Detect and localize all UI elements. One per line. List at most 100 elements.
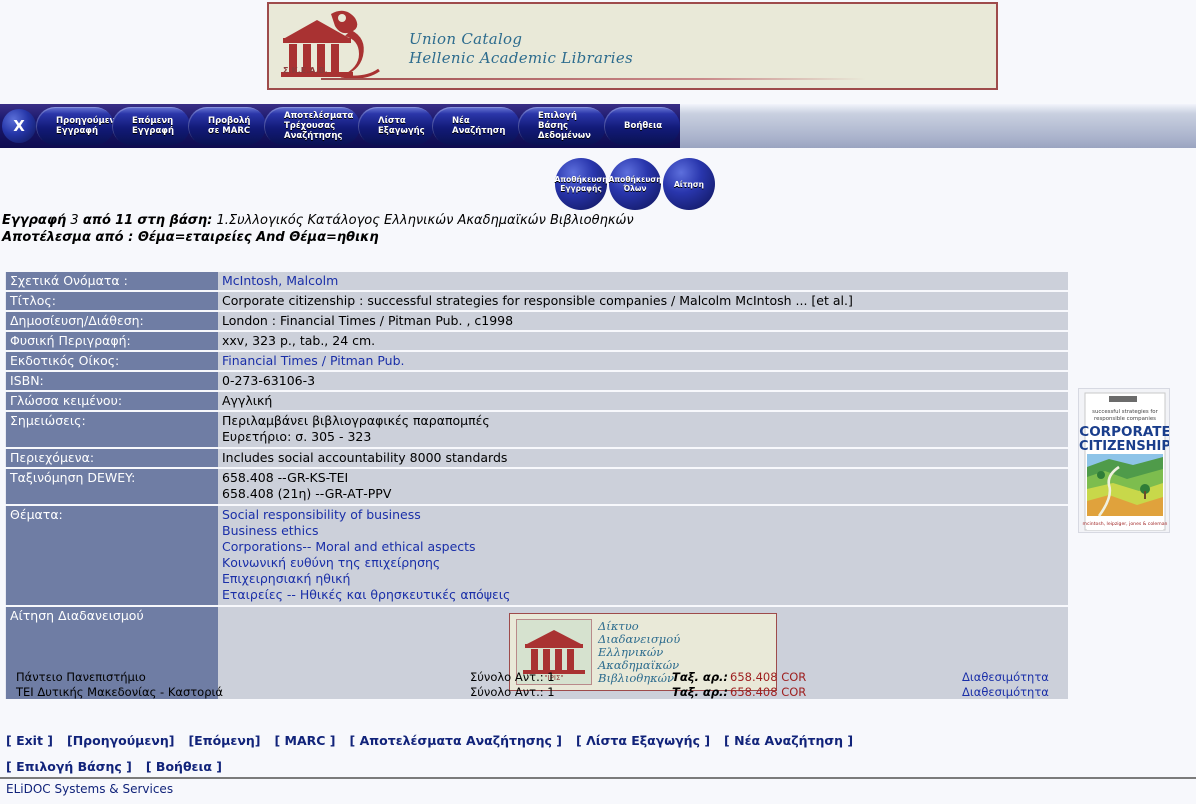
banner-title: Union Catalog Hellenic Academic Librarie… bbox=[409, 30, 633, 68]
record-value: 0-273-63106-3 bbox=[215, 372, 1068, 390]
navbar-button-7[interactable]: Βοήθεια bbox=[604, 107, 680, 145]
record-value[interactable]: Financial Times / Pitman Pub. bbox=[215, 352, 1068, 370]
logo-caption: Σ.Κ.Ε.Α.Β. bbox=[283, 66, 328, 75]
record-label: Εκδοτικός Οίκος: bbox=[5, 352, 215, 370]
holding-row: Πάντειο Πανεπιστήμιο Σύνολο Αντ.: 1 Ταξ. α… bbox=[0, 670, 1196, 685]
round-button-0[interactable]: Αποθήκευση Εγγραφής bbox=[554, 158, 608, 210]
record-label: Σημειώσεις: bbox=[5, 412, 215, 447]
record-label: ISBN: bbox=[5, 372, 215, 390]
record-detail-table: Σχετικά Ονόματα : McIntosh, Malcolm Τίτλος… bbox=[5, 270, 1068, 701]
holding-call-number: 658.408 COR bbox=[730, 670, 807, 684]
svg-text:CORPORATE: CORPORATE bbox=[1079, 424, 1170, 440]
result-query-line: Αποτέλεσμα από : Θέμα=εταιρείες And Θέμα… bbox=[2, 230, 379, 245]
holding-row: ΤΕΙ Δυτικής Μακεδονίας - Καστοριά Σύνολο … bbox=[0, 685, 1196, 700]
record-value[interactable]: McIntosh, Malcolm bbox=[215, 272, 1068, 290]
record-value: xxv, 323 p., tab., 24 cm. bbox=[215, 332, 1068, 350]
holding-availability-link[interactable]: Διαθεσιμότητα bbox=[962, 685, 1049, 699]
bottom-link[interactable]: [Επόμενη] bbox=[188, 733, 260, 748]
save-buttons-group: Αποθήκευση Εγγραφής Αποθήκευση Όλων Αίτηση bbox=[0, 158, 1196, 214]
bottom-links-row-1: [ Exit ] [Προηγούμενη] [Επόμενη] [ MARC ] [ … bbox=[0, 728, 1196, 754]
bottom-link[interactable]: [ Exit ] bbox=[6, 733, 53, 748]
navbar-button-4[interactable]: Λίστα Εξαγωγής bbox=[358, 107, 434, 145]
navbar-button-5[interactable]: Νέα Αναζήτηση bbox=[432, 107, 520, 145]
bottom-link[interactable]: [Προηγούμενη] bbox=[67, 733, 174, 748]
record-value: Corporate citizenship : successful strat… bbox=[215, 292, 1068, 310]
bottom-link[interactable]: [ Λίστα Εξαγωγής ] bbox=[576, 733, 710, 748]
subject-link[interactable]: Κοινωνική ευθύνη της επιχείρησης bbox=[222, 555, 1064, 571]
round-button-1[interactable]: Αποθήκευση Όλων bbox=[608, 158, 662, 210]
subject-link[interactable]: Social responsibility of business bbox=[222, 507, 1064, 523]
footer-text: ELiDOC Systems & Services bbox=[6, 782, 174, 796]
record-label: Γλώσσα κειμένου: bbox=[5, 392, 215, 410]
record-value-link[interactable]: McIntosh, Malcolm bbox=[222, 273, 338, 288]
svg-text:responsible companies: responsible companies bbox=[1094, 416, 1156, 422]
record-row: Περιεχόμενα: Includes social accountabili… bbox=[5, 449, 1068, 467]
banner-title-line1: Union Catalog bbox=[409, 30, 523, 48]
svg-text:CITIZENSHIP: CITIZENSHIP bbox=[1079, 439, 1170, 454]
holding-count: Σύνολο Αντ.: 1 bbox=[470, 685, 555, 699]
record-label: Φυσική Περιγραφή: bbox=[5, 332, 215, 350]
bottom-text-links: [ Exit ] [Προηγούμενη] [Επόμενη] [ MARC ] [ … bbox=[0, 728, 1196, 780]
record-value-subjects: Social responsibility of business Busines… bbox=[215, 506, 1068, 605]
record-row: Γλώσσα κειμένου: Αγγλική bbox=[5, 392, 1068, 410]
svg-text:successful strategies for: successful strategies for bbox=[1092, 409, 1158, 415]
bottom-link[interactable]: [ Επιλογή Βάσης ] bbox=[6, 759, 132, 774]
result-in-base: στη βάση: bbox=[137, 213, 213, 228]
skeab-logo-icon bbox=[281, 10, 380, 79]
record-label: Τίτλος: bbox=[5, 292, 215, 310]
record-value: London : Financial Times / Pitman Pub. ,… bbox=[215, 312, 1068, 330]
bottom-link[interactable]: [ MARC ] bbox=[274, 733, 335, 748]
result-of-text: από bbox=[82, 213, 111, 228]
navbar-button-3[interactable]: Αποτελέσματα Τρέχουσας Αναζήτησης bbox=[264, 107, 360, 145]
subject-link[interactable]: Business ethics bbox=[222, 523, 1064, 539]
record-row-subjects: Θέματα: Social responsibility of business… bbox=[5, 506, 1068, 605]
bottom-link[interactable]: [ Βοήθεια ] bbox=[146, 759, 222, 774]
site-banner: Σ.Κ.Ε.Α.Β. Union Catalog Hellenic Academ… bbox=[267, 2, 998, 90]
result-position: 3 bbox=[70, 213, 79, 228]
record-value: Περιλαμβάνει βιβλιογραφικές παραπομπές Ε… bbox=[215, 412, 1068, 447]
record-value: Includes social accountability 8000 stan… bbox=[215, 449, 1068, 467]
bottom-link[interactable]: [ Αποτελέσματα Αναζήτησης ] bbox=[350, 733, 563, 748]
record-label: Ταξινόμηση DEWEY: bbox=[5, 469, 215, 504]
subject-link[interactable]: Επιχειρησιακή ηθική bbox=[222, 571, 1064, 587]
main-navbar: X Προηγούμενη Εγγραφή Επόμενη Εγγραφή Προβ… bbox=[0, 104, 1196, 148]
round-button-2[interactable]: Αίτηση bbox=[663, 158, 715, 210]
result-total: 11 bbox=[115, 213, 134, 228]
record-label: Σχετικά Ονόματα : bbox=[5, 272, 215, 290]
record-row: ISBN: 0-273-63106-3 bbox=[5, 372, 1068, 390]
record-row: Εκδοτικός Οίκος: Financial Times / Pitman… bbox=[5, 352, 1068, 370]
record-label-subjects: Θέματα: bbox=[5, 506, 215, 605]
subject-link[interactable]: Corporations-- Moral and ethical aspects bbox=[222, 539, 1064, 555]
navbar-button-2[interactable]: Προβολή σε MARC bbox=[188, 107, 266, 145]
record-row: Φυσική Περιγραφή: xxv, 323 p., tab., 24 c… bbox=[5, 332, 1068, 350]
result-header: Εγγραφή 3 από 11 στη βάση: 1.Συλλογικός … bbox=[2, 212, 1102, 246]
banner-title-line2: Hellenic Academic Libraries bbox=[409, 49, 634, 67]
record-value: Αγγλική bbox=[215, 392, 1068, 410]
holding-call-number: 658.408 COR bbox=[730, 685, 807, 699]
holding-count: Σύνολο Αντ.: 1 bbox=[470, 670, 555, 684]
book-cover-image: successful strategies for responsible co… bbox=[1078, 388, 1170, 533]
page-root: Σ.Κ.Ε.Α.Β. Union Catalog Hellenic Academ… bbox=[0, 0, 1196, 804]
record-value-link[interactable]: Financial Times / Pitman Pub. bbox=[222, 353, 405, 368]
record-row: Σχετικά Ονόματα : McIntosh, Malcolm bbox=[5, 272, 1068, 290]
footer-divider bbox=[0, 777, 1196, 779]
record-value: 658.408 --GR-KS-TEI 658.408 (21η) --GR-Α… bbox=[215, 469, 1068, 504]
record-row: Ταξινόμηση DEWEY: 658.408 --GR-KS-TEI 658… bbox=[5, 469, 1068, 504]
holding-availability-link[interactable]: Διαθεσιμότητα bbox=[962, 670, 1049, 684]
close-button[interactable]: X bbox=[2, 109, 36, 143]
holding-library: Πάντειο Πανεπιστήμιο bbox=[16, 670, 146, 684]
record-row: Τίτλος: Corporate citizenship : successfu… bbox=[5, 292, 1068, 310]
record-row: Σημειώσεις: Περιλαμβάνει βιβλιογραφικές π… bbox=[5, 412, 1068, 447]
holding-library: ΤΕΙ Δυτικής Μακεδονίας - Καστοριά bbox=[16, 685, 223, 699]
svg-text:mcintosh, leipziger, jones & c: mcintosh, leipziger, jones & coleman bbox=[1083, 521, 1168, 527]
record-row: Δημοσίευση/Διάθεση: London : Financial Ti… bbox=[5, 312, 1068, 330]
holding-call-label: Ταξ. αρ.: bbox=[672, 670, 729, 684]
holding-call-label: Ταξ. αρ.: bbox=[672, 685, 729, 699]
bottom-link[interactable]: [ Νέα Αναζήτηση ] bbox=[724, 733, 853, 748]
navbar-button-6[interactable]: Επιλογή Βάσης Δεδομένων bbox=[518, 107, 606, 145]
result-prefix: Εγγραφή bbox=[2, 213, 67, 228]
navbar-button-0[interactable]: Προηγούμενη Εγγραφή bbox=[36, 107, 121, 145]
result-header-line1: Εγγραφή 3 από 11 στη βάση: 1.Συλλογικός … bbox=[2, 212, 1102, 229]
navbar-button-1[interactable]: Επόμενη Εγγραφή bbox=[112, 107, 190, 145]
subject-link[interactable]: Εταιρείες -- Ηθικές και θρησκευτικές από… bbox=[222, 587, 1064, 603]
